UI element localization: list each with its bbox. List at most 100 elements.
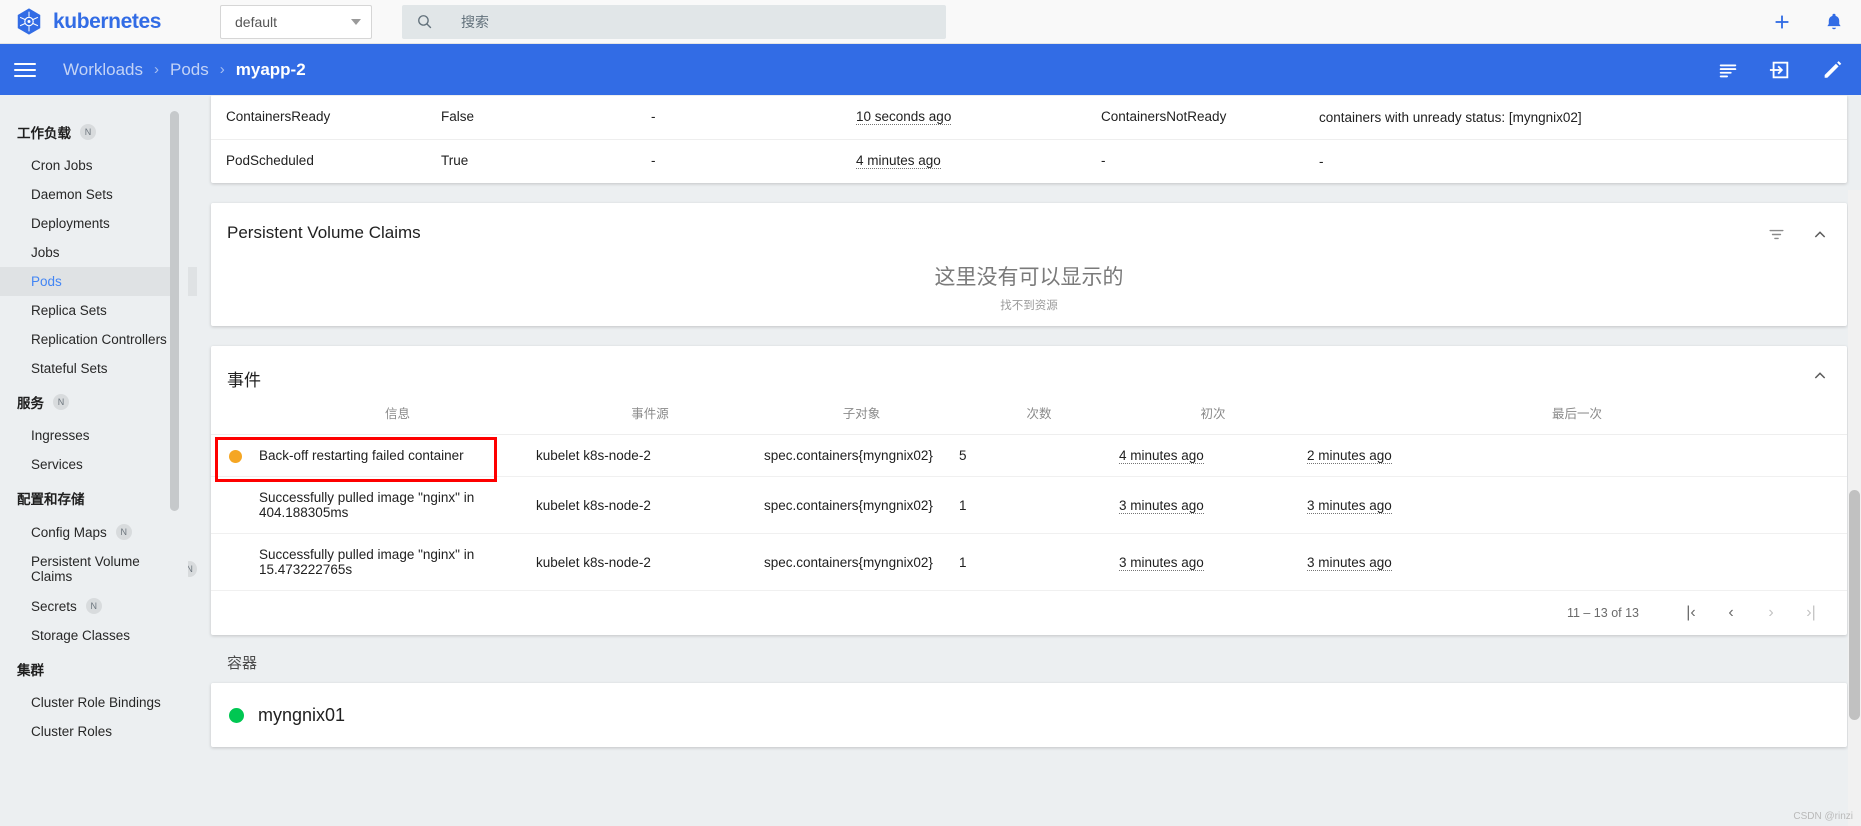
exec-terminal-icon[interactable] [1769,59,1791,81]
pagination-prev-button[interactable]: ‹ [1711,604,1751,622]
namespaced-badge: N [53,394,69,410]
breadcrumb: Workloads › Pods › myapp-2 [63,60,306,80]
edit-pencil-icon[interactable] [1821,59,1843,81]
sidebar-item-secrets[interactable]: Secrets N [0,591,197,621]
table-row[interactable]: Back-off restarting failed container kube… [211,434,1847,482]
breadcrumb-actions [1717,59,1843,81]
namespace-selector[interactable]: default [220,4,372,39]
sidebar-item-pods[interactable]: Pods [0,267,197,296]
container-card[interactable]: myngnix01 [211,683,1847,747]
sidebar-scrollbar[interactable] [170,95,188,826]
sidebar: ▲ 工作负载NCron JobsDaemon SetsDeploymentsJo… [0,95,197,826]
events-card-title: 事件 [227,371,261,390]
events-column-header: 次数 [959,391,1119,435]
condition-last-transition-value: 4 minutes ago [856,153,941,169]
event-message: Back-off restarting failed container [259,448,464,463]
pvc-empty-subtitle: 找不到资源 [1000,300,1058,312]
event-message: Successfully pulled image "nginx" in 404… [259,490,475,520]
event-first-seen: 4 minutes ago [1119,448,1204,464]
sidebar-item-label: Persistent Volume Claims [31,554,140,584]
events-column-header: 子对象 [764,391,959,435]
event-status-icon [229,449,242,463]
sidebar-item-storage-classes[interactable]: Storage Classes [0,621,197,650]
pagination-last-button[interactable]: ›| [1791,604,1831,622]
sidebar-item-label: Secrets [31,598,77,614]
chevron-up-icon[interactable] [1812,368,1828,384]
bell-icon[interactable] [1823,11,1845,33]
sidebar-item-config-maps[interactable]: Config Maps N [0,517,197,547]
sidebar-item-replication-controllers[interactable]: Replication Controllers [0,325,197,354]
condition-message: - [1319,139,1847,183]
sidebar-item-daemon-sets[interactable]: Daemon Sets [0,180,197,209]
event-message-cell: Successfully pulled image "nginx" in 404… [211,476,536,534]
persistent-volume-claims-card: Persistent Volume Claims 这里没有可以显示的 找不到资源 [211,203,1847,326]
condition-message: containers with unready status: [myngnix… [1319,95,1847,140]
sidebar-item-label: Daemon Sets [31,187,113,202]
sidebar-item-deployments[interactable]: Deployments [0,209,197,238]
event-count: 1 [959,554,967,570]
condition-last-probe-value: - [651,109,656,124]
breadcrumb-item-pods[interactable]: Pods [170,60,209,80]
sidebar-item-cluster-role-bindings[interactable]: Cluster Role Bindings [0,688,197,717]
condition-reason: ContainersNotReady [1101,95,1319,140]
chevron-up-icon[interactable] [1812,227,1828,243]
namespace-value: default [235,13,278,30]
sidebar-item-ingresses[interactable]: Ingresses [0,421,197,450]
sidebar-group-0: 工作负载 N [0,113,197,151]
event-source: kubelet k8s-node-2 [536,448,651,463]
condition-type: ContainersReady [211,95,441,140]
condition-last-transition: 4 minutes ago [856,139,1101,183]
logs-icon[interactable] [1717,59,1739,81]
condition-status-value: True [441,153,469,168]
events-column-header: 初次 [1119,391,1307,435]
event-source-cell: kubelet k8s-node-2 [536,533,764,591]
filter-icon[interactable] [1767,225,1786,244]
main-scroll-thumb[interactable] [1849,490,1860,720]
sidebar-scroll-thumb[interactable] [170,111,179,511]
pvc-empty-title: 这里没有可以显示的 [934,266,1124,289]
page-body: ▲ 工作负载NCron JobsDaemon SetsDeploymentsJo… [0,95,1861,826]
sidebar-item-cluster-roles[interactable]: Cluster Roles [0,717,197,746]
pvc-card-actions [1767,225,1828,244]
breadcrumb-item-workloads[interactable]: Workloads [63,60,143,80]
condition-type-value: ContainersReady [226,109,331,124]
sidebar-item-services[interactable]: Services [0,450,197,479]
condition-last-transition: 10 seconds ago [856,95,1101,140]
top-bar-actions [1771,0,1861,44]
event-message: Successfully pulled image "nginx" in 15.… [259,547,475,577]
event-last-seen-cell: 2 minutes ago [1307,434,1847,477]
event-source-cell: kubelet k8s-node-2 [536,434,764,477]
plus-icon[interactable] [1771,11,1793,33]
event-last-seen-cell: 3 minutes ago [1307,476,1847,534]
sidebar-item-stateful-sets[interactable]: Stateful Sets [0,354,197,383]
event-source: kubelet k8s-node-2 [536,497,651,513]
events-table: 信息 事件源 子对象 次数 初次 最后一次 Back-off restarting fai… [211,391,1847,591]
sidebar-group-3: 集群 [0,650,197,688]
condition-reason: - [1101,139,1319,183]
pagination-first-button[interactable]: |‹ [1671,604,1711,622]
sidebar-item-persistent-volume-claims[interactable]: Persistent Volume Claims N [0,547,197,591]
condition-message-value: - [1319,154,1324,169]
search-input[interactable]: 搜索 [402,4,946,39]
condition-type-value: PodScheduled [226,153,314,168]
event-last-seen-cell: 3 minutes ago [1307,533,1847,591]
events-card: 事件 信息 事件源 子对象 次数 初次 最后一次 Back-off restarting … [211,346,1847,635]
event-first-seen: 3 minutes ago [1119,554,1204,571]
event-message-cell: Successfully pulled image "nginx" in 15.… [211,533,536,591]
app-logo[interactable]: kubernetes [0,7,206,37]
sidebar-item-replica-sets[interactable]: Replica Sets [0,296,197,325]
table-row[interactable]: Successfully pulled image "nginx" in 404… [211,476,1847,534]
event-last-seen: 3 minutes ago [1307,554,1392,571]
main-scrollbar[interactable] [1848,190,1861,826]
sidebar-item-label: Jobs [31,245,60,260]
pagination-next-button[interactable]: › [1751,604,1791,622]
sidebar-item-jobs[interactable]: Jobs [0,238,197,267]
namespaced-badge: N [115,524,132,540]
sidebar-item-cron-jobs[interactable]: Cron Jobs [0,151,197,180]
event-first-seen: 3 minutes ago [1119,497,1204,514]
chevron-down-icon [351,18,361,25]
hamburger-menu-icon[interactable] [14,62,36,77]
event-count-cell: 5 [959,434,1119,477]
sidebar-group-1: 服务 N [0,383,197,421]
table-row[interactable]: Successfully pulled image "nginx" in 15.… [211,533,1847,591]
